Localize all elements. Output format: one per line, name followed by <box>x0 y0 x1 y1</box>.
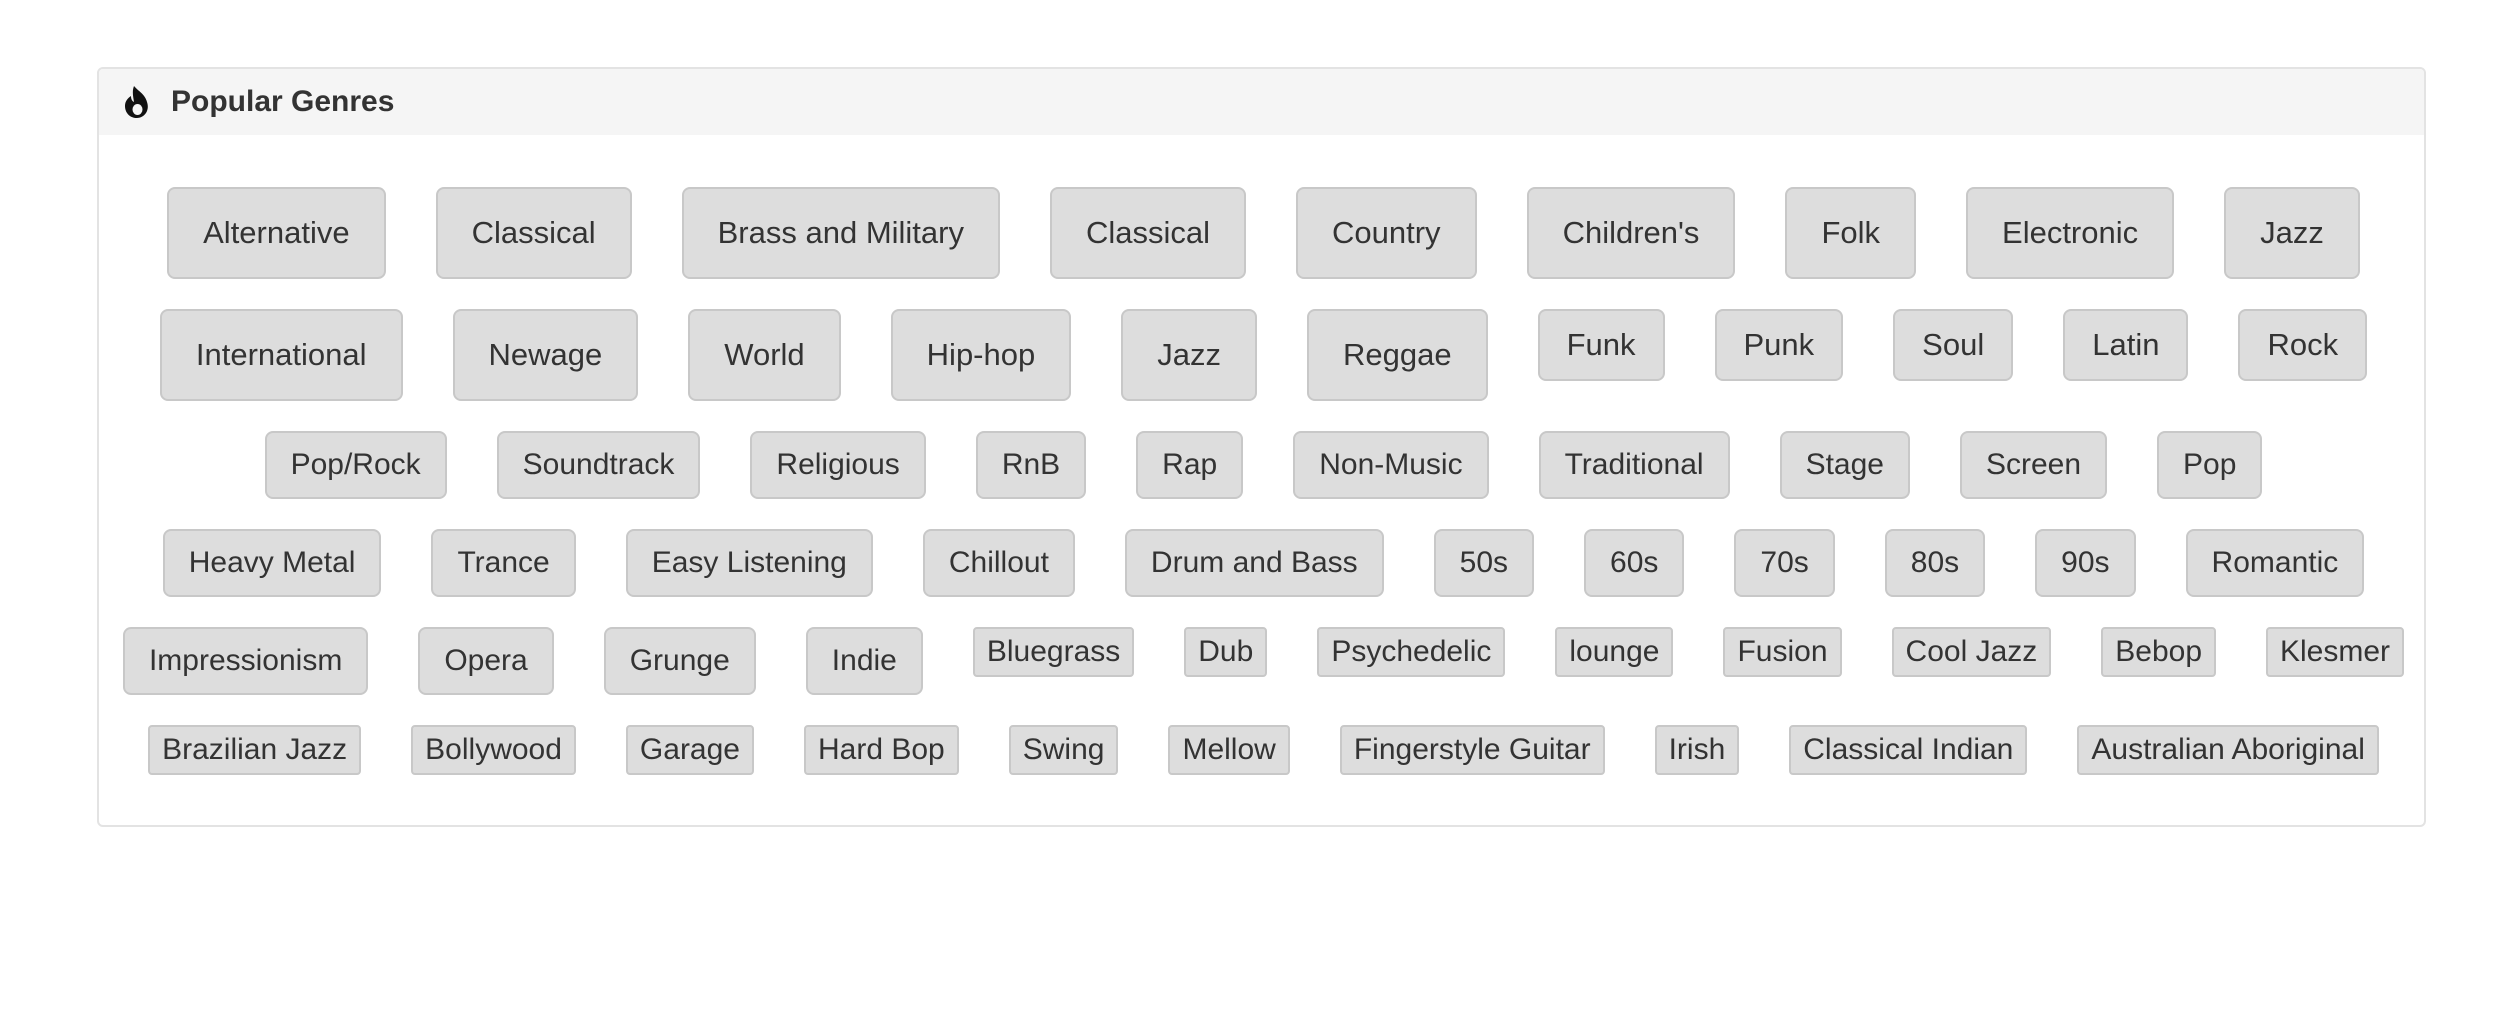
genre-tag[interactable]: Religious <box>750 431 926 499</box>
genre-tag[interactable]: Soul <box>1893 309 2014 381</box>
genre-tag[interactable]: Dub <box>1184 627 1268 677</box>
genre-tag[interactable]: Reggae <box>1306 309 1488 401</box>
genre-tag[interactable]: Country <box>1296 187 1477 279</box>
genre-tag[interactable]: Classical <box>435 187 632 279</box>
genre-row: Alternative Classical Brass and Military Cl… <box>99 187 2424 279</box>
genre-tag[interactable]: Children's <box>1526 187 1736 279</box>
genre-tag[interactable]: Alternative <box>167 187 386 279</box>
genre-tag[interactable]: RnB <box>975 431 1087 499</box>
genre-tag[interactable]: Australian Aboriginal <box>2077 725 2379 775</box>
genre-row: Impressionism Opera Grunge Indie Bluegrass Du… <box>99 627 2424 695</box>
genre-tag[interactable]: Jazz <box>1121 309 1257 401</box>
genre-tag[interactable]: Rap <box>1136 431 1244 499</box>
genre-tag[interactable]: Non-Music <box>1293 431 1489 499</box>
genre-tag[interactable]: 70s <box>1734 529 1835 597</box>
genre-tag[interactable]: Irish <box>1654 725 1740 775</box>
genre-tag[interactable]: Brazilian Jazz <box>148 725 362 775</box>
genre-tag[interactable]: 50s <box>1433 529 1535 597</box>
genre-tag[interactable]: Classical Indian <box>1789 725 2028 775</box>
genre-tag[interactable]: Classical <box>1049 187 1247 279</box>
genre-tag[interactable]: 90s <box>2035 529 2136 597</box>
genre-tag[interactable]: Bluegrass <box>972 627 1135 677</box>
genre-tag[interactable]: Newage <box>452 309 639 401</box>
genre-row: Brazilian Jazz Bollywood Garage Hard Bop Swi… <box>99 725 2424 775</box>
genre-tag[interactable]: Fingerstyle Guitar <box>1339 725 1605 775</box>
genre-tag[interactable]: Soundtrack <box>496 431 701 499</box>
genre-tag[interactable]: Pop/Rock <box>264 431 447 499</box>
genre-row: Heavy Metal Trance Easy Listening Chillout D… <box>99 529 2424 597</box>
genre-tag[interactable]: Bebop <box>2101 627 2216 677</box>
flame-icon <box>125 86 148 118</box>
genre-tag[interactable]: Trance <box>431 529 576 597</box>
panel-title: Popular Genres <box>171 85 395 118</box>
genre-row: Pop/Rock Soundtrack Religious RnB Rap Non-Mus… <box>99 431 2424 499</box>
genre-tag[interactable]: Pop <box>2157 431 2263 499</box>
genre-tag[interactable]: International <box>159 309 403 401</box>
genre-tag[interactable]: Impressionism <box>122 627 369 695</box>
genre-tag[interactable]: Fusion <box>1723 627 1842 677</box>
genre-tag[interactable]: Electronic <box>1966 187 2175 279</box>
genre-tag[interactable]: Cool Jazz <box>1891 627 2052 677</box>
genre-tag[interactable]: Folk <box>1785 187 1917 279</box>
genre-tag[interactable]: World <box>688 309 841 401</box>
genre-tag[interactable]: Punk <box>1714 309 1844 381</box>
genre-tag[interactable]: Jazz <box>2224 187 2360 279</box>
genre-tag[interactable]: Screen <box>1959 431 2108 499</box>
genre-tag[interactable]: Latin <box>2063 309 2189 381</box>
genre-tag[interactable]: Rock <box>2238 309 2368 381</box>
genre-tag[interactable]: Chillout <box>922 529 1075 597</box>
genre-tag[interactable]: Grunge <box>603 627 756 695</box>
genre-tag[interactable]: lounge <box>1555 627 1674 677</box>
genre-tag[interactable]: Brass and Military <box>681 187 1000 279</box>
genre-tag-cloud: Alternative Classical Brass and Military Cl… <box>99 135 2424 825</box>
genre-row: International Newage World Hip-hop Jazz Regga… <box>99 309 2424 401</box>
genre-tag[interactable]: Traditional <box>1538 431 1730 499</box>
genre-tag[interactable]: Swing <box>1008 725 1119 775</box>
genre-tag[interactable]: Hip-hop <box>890 309 1072 401</box>
popular-genres-panel: Popular Genres Alternative Classical Brass… <box>97 67 2426 827</box>
genre-tag[interactable]: Funk <box>1537 309 1665 381</box>
genre-tag[interactable]: Stage <box>1779 431 1910 499</box>
panel-header: Popular Genres <box>99 69 2424 135</box>
genre-tag[interactable]: 80s <box>1884 529 1986 597</box>
genre-tag[interactable]: Indie <box>805 627 923 695</box>
genre-tag[interactable]: Opera <box>418 627 554 695</box>
genre-tag[interactable]: Romantic <box>2185 529 2365 597</box>
genre-tag[interactable]: Garage <box>625 725 754 775</box>
genre-tag[interactable]: Bollywood <box>411 725 576 775</box>
genre-tag[interactable]: 60s <box>1584 529 1685 597</box>
genre-tag[interactable]: Easy Listening <box>625 529 873 597</box>
genre-tag[interactable]: Mellow <box>1168 725 1290 775</box>
genre-tag[interactable]: Drum and Bass <box>1124 529 1384 597</box>
genre-tag[interactable]: Klesmer <box>2266 627 2405 677</box>
genre-tag[interactable]: Heavy Metal <box>162 529 382 597</box>
genre-tag[interactable]: Psychedelic <box>1317 627 1506 677</box>
genre-tag[interactable]: Hard Bop <box>804 725 959 775</box>
